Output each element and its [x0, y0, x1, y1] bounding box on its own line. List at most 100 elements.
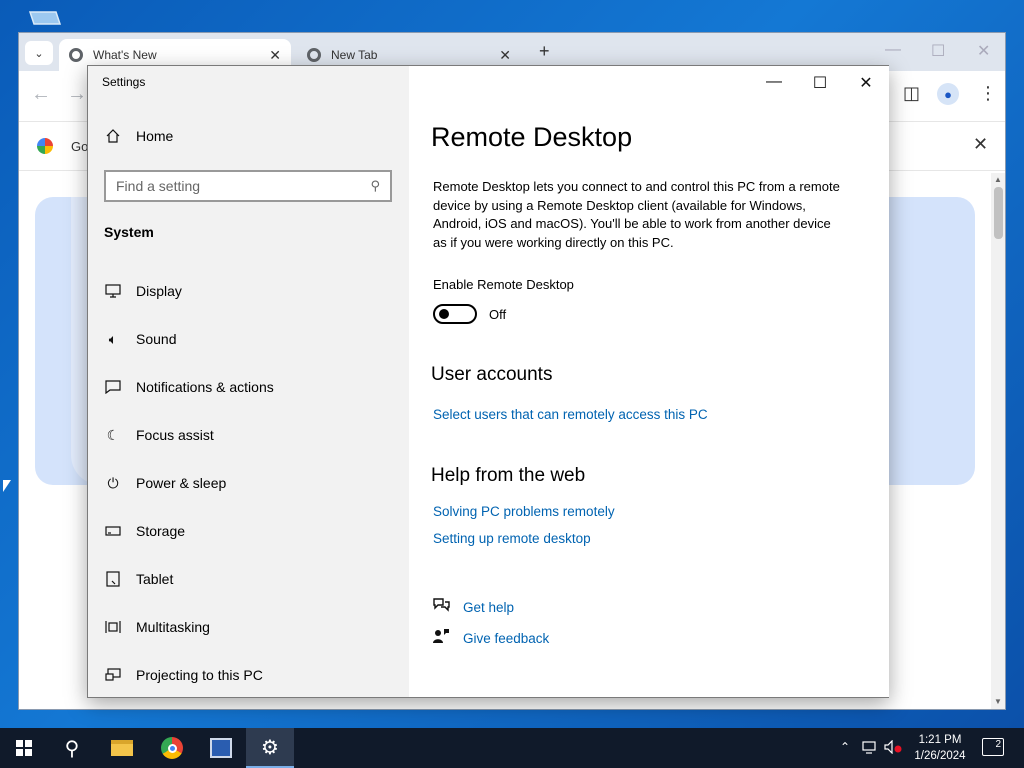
forward-arrow-icon[interactable]: → [67, 83, 87, 106]
toggle-state-text: Off [489, 307, 507, 322]
sidebar-item-display[interactable]: Display [104, 273, 394, 309]
sidebar-item-multitasking[interactable]: Multitasking [104, 609, 394, 645]
maximize-icon[interactable]: ☐ [805, 73, 835, 93]
storage-icon [104, 525, 122, 537]
gear-icon: ⚙ [261, 736, 279, 759]
remote-desktop-toggle[interactable] [433, 304, 477, 324]
sidebar-item-power-sleep[interactable]: ⏻ Power & sleep [104, 465, 394, 501]
sidebar-item-label: Sound [136, 331, 177, 347]
close-icon[interactable]: ✕ [269, 47, 281, 64]
setting-up-remote-desktop-link[interactable]: Setting up remote desktop [433, 531, 591, 546]
start-button[interactable] [0, 728, 48, 768]
solving-pc-problems-link[interactable]: Solving PC problems remotely [433, 504, 615, 519]
chrome-icon [161, 737, 183, 759]
tab-title: What's New [93, 48, 157, 62]
action-center-button[interactable]: 2 [982, 738, 1004, 756]
notification-icon [104, 380, 122, 394]
taskbar-settings[interactable]: ⚙ [246, 728, 294, 768]
sidebar-item-notifications[interactable]: Notifications & actions [104, 369, 394, 405]
sidebar-item-label: Projecting to this PC [136, 667, 263, 683]
sidebar-item-label: Display [136, 283, 182, 299]
sidebar-item-sound[interactable]: 🔈︎ Sound [104, 321, 394, 357]
window-title: Settings [102, 75, 146, 89]
scroll-down-icon[interactable]: ▼ [994, 697, 1002, 706]
projector-icon [104, 668, 122, 682]
sidebar-item-label: Home [136, 128, 174, 144]
get-help-label: Get help [463, 599, 515, 615]
folder-icon [111, 740, 133, 756]
clock-date: 1/26/2024 [914, 750, 966, 762]
tablet-icon [104, 571, 122, 587]
app-window-icon [210, 738, 232, 758]
sidebar-item-storage[interactable]: Storage [104, 513, 394, 549]
infobar-text: Go [71, 139, 89, 154]
close-icon[interactable]: ✕ [499, 47, 511, 64]
scrollbar-thumb[interactable] [994, 187, 1003, 239]
sidebar-item-projecting[interactable]: Projecting to this PC [104, 657, 394, 693]
chevron-down-icon: ⌄ [34, 47, 44, 60]
google-logo-icon [37, 138, 53, 154]
volume-muted-icon[interactable] [884, 739, 902, 757]
minimize-icon[interactable]: — [759, 73, 789, 91]
chrome-favicon-icon [307, 48, 321, 62]
search-icon[interactable]: ⚲ [370, 178, 380, 194]
tab-search-button[interactable]: ⌄ [25, 41, 53, 65]
taskbar-file-explorer[interactable] [98, 728, 146, 768]
help-from-web-heading: Help from the web [431, 465, 586, 486]
back-arrow-icon[interactable]: ← [31, 83, 51, 106]
sidebar-item-home[interactable]: Home [104, 128, 173, 144]
close-icon[interactable]: ✕ [977, 41, 990, 61]
taskbar: ⚲ ⚙ ⌃ 1:21 PM 1/26/2024 2 [0, 728, 1024, 768]
profile-icon[interactable]: ● [937, 83, 959, 105]
search-input[interactable] [116, 178, 371, 194]
settings-sidebar: Settings Home ⚲ System Display 🔈︎ Sound [88, 66, 409, 697]
search-icon: ⚲ [64, 737, 80, 760]
get-help-link[interactable]: Get help [431, 597, 514, 617]
moon-icon: ☾ [106, 426, 120, 443]
give-feedback-label: Give feedback [463, 630, 550, 646]
speaker-icon: 🔈︎ [108, 330, 118, 347]
settings-window: Settings Home ⚲ System Display 🔈︎ Sound [87, 65, 889, 698]
taskbar-app[interactable] [197, 728, 245, 768]
sidebar-item-tablet[interactable]: Tablet [104, 561, 394, 597]
sidebar-section-title: System [104, 224, 154, 240]
sidebar-item-label: Power & sleep [136, 475, 227, 491]
give-feedback-link[interactable]: Give feedback [431, 628, 549, 648]
network-icon[interactable] [862, 740, 880, 757]
settings-main-pane: — ☐ ✕ Remote Desktop Remote Desktop lets… [409, 66, 889, 697]
sidebar-item-focus-assist[interactable]: ☾ Focus assist [104, 417, 394, 453]
system-clock[interactable]: 1:21 PM 1/26/2024 [908, 732, 972, 764]
sidebar-item-label: Tablet [136, 571, 174, 587]
search-box[interactable]: ⚲ [104, 170, 392, 202]
scrollbar-track[interactable] [991, 173, 1005, 709]
monitor-icon [104, 284, 122, 298]
power-icon: ⏻ [107, 474, 119, 491]
taskbar-chrome[interactable] [148, 728, 196, 768]
close-icon[interactable]: ✕ [851, 73, 881, 93]
side-panel-icon[interactable]: ◫ [903, 83, 920, 104]
tab-title: New Tab [331, 48, 378, 62]
user-accounts-heading: User accounts [431, 364, 553, 385]
taskbar-search-button[interactable]: ⚲ [48, 728, 96, 768]
windows-logo-icon [16, 740, 32, 756]
page-title: Remote Desktop [431, 122, 633, 152]
maximize-icon[interactable]: ☐ [931, 41, 945, 61]
chrome-favicon-icon [69, 48, 83, 62]
home-icon [104, 128, 122, 144]
new-tab-button[interactable]: + [539, 41, 550, 62]
select-users-link[interactable]: Select users that can remotely access th… [433, 407, 708, 422]
minimize-icon[interactable]: — [885, 41, 901, 59]
more-menu-icon[interactable]: ⋮ [979, 83, 997, 104]
sidebar-item-label: Storage [136, 523, 186, 539]
chevron-up-icon[interactable]: ⌃ [840, 740, 850, 754]
multitasking-icon [104, 620, 122, 634]
scroll-up-icon[interactable]: ▲ [994, 175, 1002, 184]
close-icon[interactable]: ✕ [973, 134, 988, 155]
mouse-cursor-icon [3, 480, 11, 492]
toggle-knob [439, 309, 449, 319]
enable-remote-desktop-label: Enable Remote Desktop [433, 277, 574, 292]
sidebar-item-label: Multitasking [136, 619, 210, 635]
sidebar-item-label: Focus assist [136, 427, 214, 443]
notification-count: 2 [995, 739, 1001, 750]
clock-time: 1:21 PM [918, 734, 962, 746]
